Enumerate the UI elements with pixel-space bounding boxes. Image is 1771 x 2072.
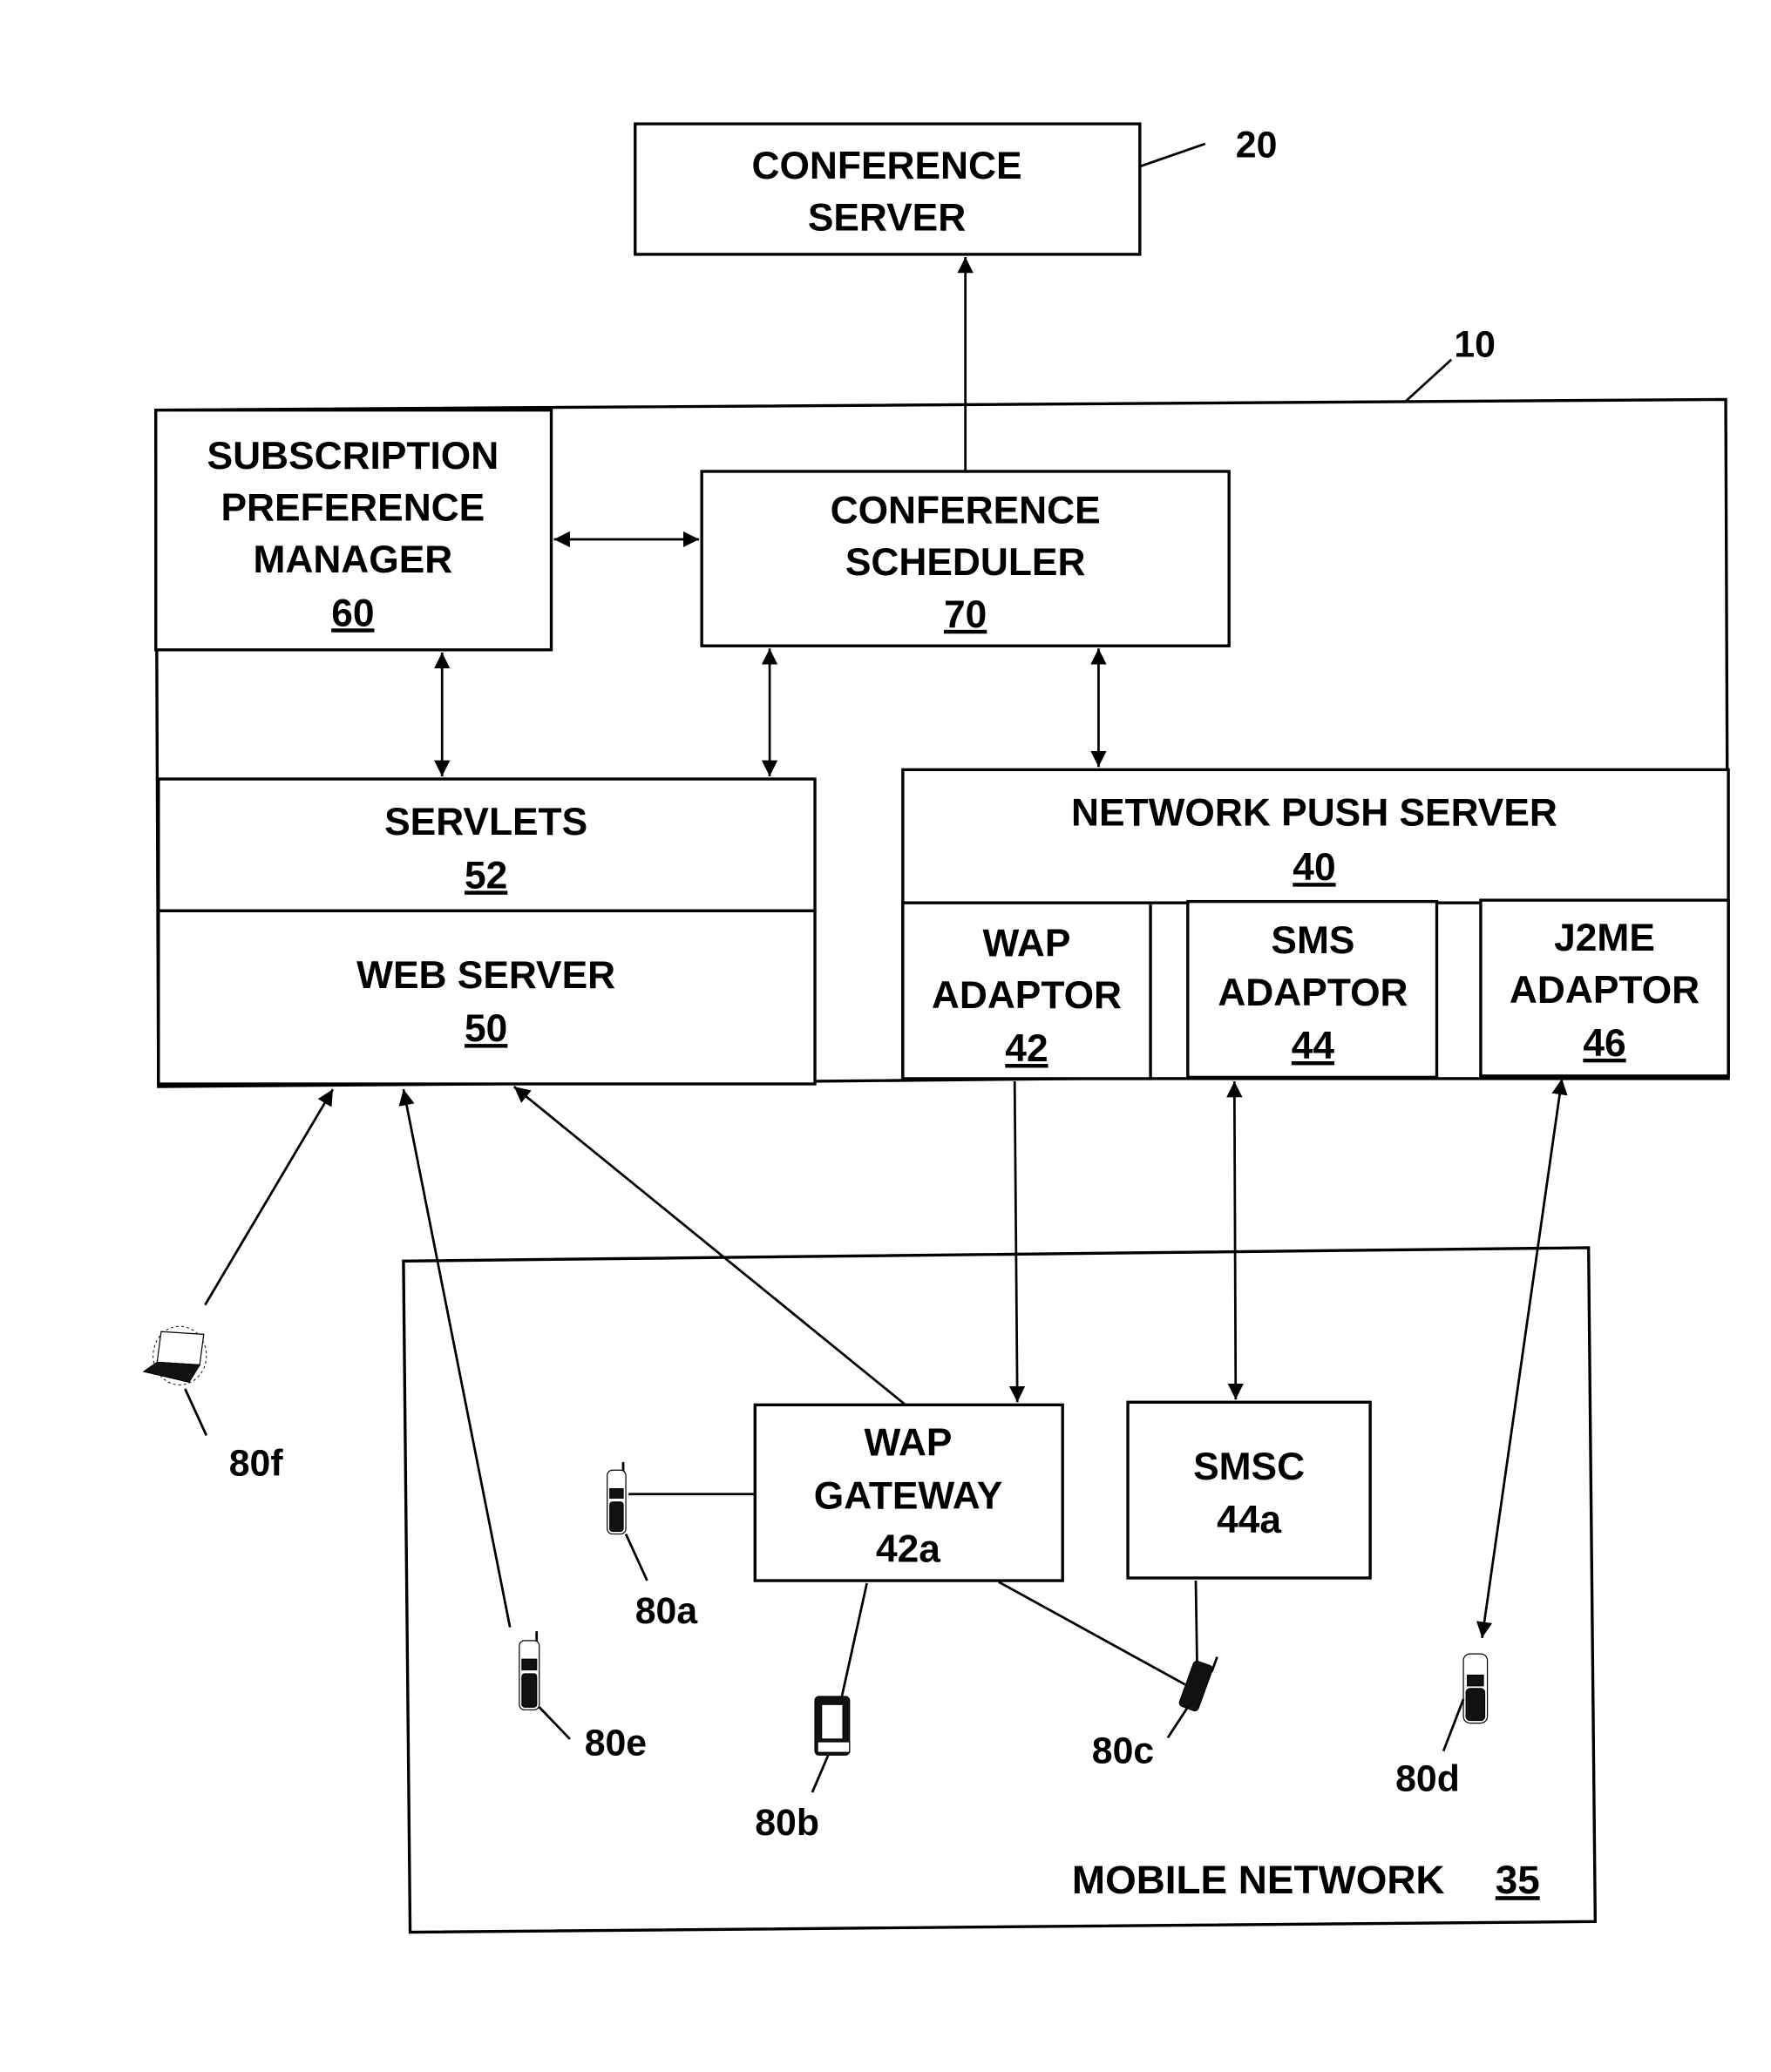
mobile-network-box[interactable]: MOBILE NETWORK 35 bbox=[402, 1246, 1598, 1934]
mobile-network-label: MOBILE NETWORK bbox=[1072, 1858, 1445, 1902]
wap-gateway-line-1: WAP bbox=[865, 1421, 953, 1464]
ref-leader-20 bbox=[1139, 142, 1206, 168]
sms-adaptor-ref: 44 bbox=[1292, 1025, 1335, 1067]
leader-80b bbox=[811, 1754, 830, 1793]
ref-label-10: 10 bbox=[1454, 324, 1496, 366]
arrow-gateway-to-web-server bbox=[512, 1086, 906, 1406]
smsc-line-2: 44a bbox=[1217, 1499, 1281, 1541]
conference-server-box[interactable]: CONFERENCE SERVER bbox=[634, 122, 1142, 256]
device-label-80c: 80c bbox=[1092, 1730, 1154, 1771]
sms-adaptor-line-2: ADAPTOR bbox=[1218, 972, 1408, 1014]
system-architecture-diagram: 10 CONFERENCE SERVER 20 SUBSCRIPTION PRE… bbox=[142, 122, 1730, 1934]
j2me-adaptor-line-2: ADAPTOR bbox=[1510, 969, 1700, 1012]
wap-adaptor-box[interactable]: WAP ADAPTOR 42 bbox=[901, 901, 1152, 1080]
wap-gateway-line-2: GATEWAY bbox=[814, 1475, 1003, 1518]
arrow-sms-adaptor-smsc bbox=[1226, 1080, 1244, 1400]
spm-line-1: SUBSCRIPTION bbox=[207, 435, 499, 477]
conference-server-line-1: CONFERENCE bbox=[751, 145, 1021, 187]
mobile-phone-icon[interactable] bbox=[519, 1631, 540, 1710]
web-server-label: WEB SERVER bbox=[356, 954, 615, 997]
arrow-80f-to-web-server bbox=[204, 1088, 335, 1306]
sms-adaptor-line-1: SMS bbox=[1271, 919, 1354, 962]
nps-ref: 40 bbox=[1293, 846, 1335, 889]
link-gateway-80c bbox=[998, 1581, 1186, 1686]
spm-line-2: PREFERENCE bbox=[221, 487, 485, 530]
arrow-wap-adaptor-to-gateway bbox=[1008, 1080, 1026, 1403]
leader-80f bbox=[184, 1388, 208, 1437]
servlets-box[interactable]: SERVLETS 52 bbox=[157, 777, 817, 913]
arrow-j2me-adaptor-80d bbox=[1476, 1078, 1568, 1638]
smsc-line-1: SMSC bbox=[1193, 1446, 1305, 1488]
web-server-box[interactable]: WEB SERVER 50 bbox=[157, 909, 817, 1086]
arrow-80e-to-web-server bbox=[398, 1088, 512, 1628]
servlets-label: SERVLETS bbox=[384, 801, 587, 843]
device-label-80e: 80e bbox=[585, 1722, 647, 1764]
link-smsc-80c bbox=[1194, 1581, 1198, 1665]
sms-adaptor-box[interactable]: SMS ADAPTOR 44 bbox=[1186, 899, 1439, 1080]
j2me-adaptor-box[interactable]: J2ME ADAPTOR 46 bbox=[1479, 898, 1730, 1078]
laptop-icon[interactable] bbox=[142, 1325, 207, 1385]
leader-80d bbox=[1442, 1698, 1465, 1752]
smsc-box[interactable]: SMSC 44a bbox=[1126, 1400, 1372, 1580]
wap-adaptor-line-2: ADAPTOR bbox=[932, 974, 1122, 1017]
leader-80c bbox=[1166, 1706, 1189, 1739]
network-push-server-box[interactable]: NETWORK PUSH SERVER 40 bbox=[901, 768, 1730, 904]
wap-gateway-box[interactable]: WAP GATEWAY 42a bbox=[753, 1403, 1064, 1582]
mobile-phone-icon[interactable] bbox=[1462, 1653, 1489, 1724]
wap-adaptor-ref: 42 bbox=[1005, 1027, 1048, 1070]
device-label-80b: 80b bbox=[755, 1802, 819, 1844]
conference-server-line-2: SERVER bbox=[808, 196, 966, 239]
leader-80a bbox=[624, 1534, 648, 1581]
mobile-phone-icon[interactable] bbox=[607, 1462, 627, 1535]
device-label-80a: 80a bbox=[635, 1590, 699, 1632]
scheduler-line-2: SCHEDULER bbox=[845, 541, 1086, 584]
conference-scheduler-box[interactable]: CONFERENCE SCHEDULER 70 bbox=[700, 470, 1231, 647]
device-label-80d: 80d bbox=[1395, 1758, 1460, 1800]
spm-ref: 60 bbox=[331, 592, 374, 634]
nps-label: NETWORK PUSH SERVER bbox=[1071, 792, 1557, 835]
link-gateway-80b bbox=[840, 1582, 868, 1698]
j2me-adaptor-ref: 46 bbox=[1583, 1022, 1625, 1065]
scheduler-line-1: CONFERENCE bbox=[831, 490, 1101, 532]
ref-label-20: 20 bbox=[1236, 124, 1278, 166]
wap-adaptor-line-1: WAP bbox=[983, 922, 1071, 965]
pda-icon[interactable] bbox=[814, 1696, 851, 1756]
ref-leader-10 bbox=[1403, 358, 1453, 403]
leader-80e bbox=[538, 1706, 571, 1740]
device-label-80f: 80f bbox=[229, 1442, 284, 1484]
spm-line-3: MANAGER bbox=[253, 538, 452, 581]
subscription-preference-manager-box[interactable]: SUBSCRIPTION PREFERENCE MANAGER 60 bbox=[154, 409, 553, 652]
mobile-network-ref: 35 bbox=[1496, 1858, 1540, 1902]
j2me-adaptor-line-1: J2ME bbox=[1554, 917, 1655, 959]
wap-gateway-line-3: 42a bbox=[876, 1528, 940, 1571]
scheduler-ref: 70 bbox=[944, 593, 987, 636]
servlets-ref: 52 bbox=[465, 854, 507, 897]
web-server-ref: 50 bbox=[465, 1007, 507, 1050]
